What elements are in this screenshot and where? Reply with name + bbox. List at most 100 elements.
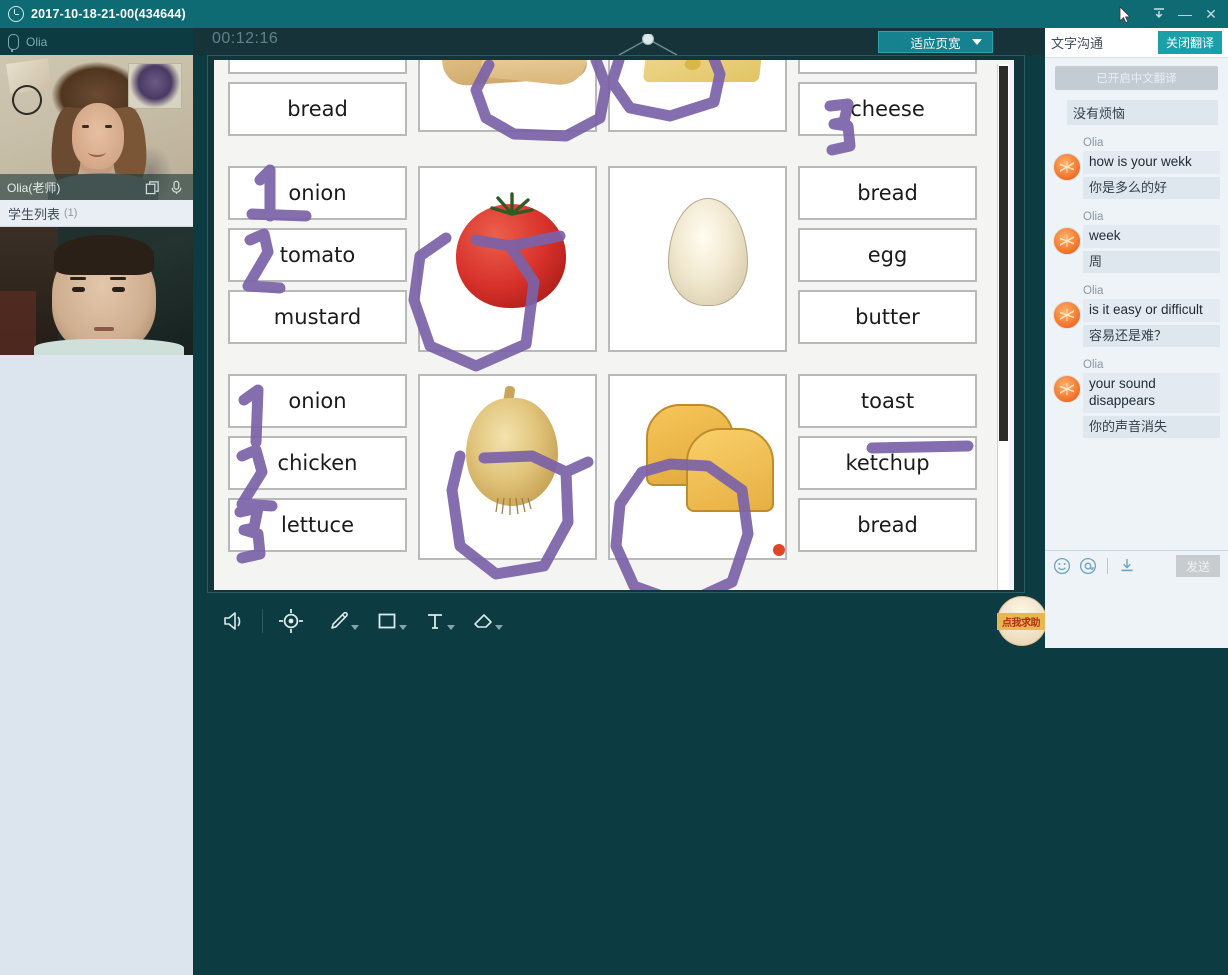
chat-message: Olia week 周 bbox=[1053, 211, 1220, 274]
message-text-zh: 你的声音消失 bbox=[1083, 416, 1220, 439]
avatar[interactable] bbox=[1053, 301, 1081, 330]
tool-group bbox=[210, 603, 507, 639]
pointer-target-icon[interactable] bbox=[267, 603, 315, 639]
volume-icon[interactable] bbox=[210, 603, 258, 639]
word-option[interactable]: toast bbox=[798, 374, 977, 428]
rectangle-icon[interactable] bbox=[363, 603, 411, 639]
word-option[interactable]: chicken bbox=[228, 436, 407, 490]
worksheet-row: onion tomato mustard bread egg butter bbox=[228, 166, 988, 352]
picture-cell-sandwich[interactable] bbox=[418, 60, 597, 132]
title-bar: 2017-10-18-21-00(434644) bbox=[0, 0, 1228, 28]
avatar[interactable] bbox=[1053, 227, 1081, 256]
system-notice: 已开启中文翻译 bbox=[1055, 66, 1218, 90]
fit-page-width-dropdown[interactable]: 适应页宽 bbox=[878, 31, 993, 53]
message-text-en: week bbox=[1083, 225, 1220, 248]
mention-icon[interactable] bbox=[1079, 557, 1097, 575]
picture-column bbox=[608, 374, 787, 560]
chevron-down-icon[interactable] bbox=[399, 625, 407, 630]
message-sender: Olia bbox=[1083, 211, 1104, 224]
close-button[interactable]: ✕ bbox=[1198, 0, 1224, 28]
word-option[interactable]: onion bbox=[228, 374, 407, 428]
avatar[interactable] bbox=[1053, 375, 1081, 404]
chat-message: Olia your sound disappears 你的声音消失 bbox=[1053, 359, 1220, 439]
teacher-eye-left bbox=[82, 125, 89, 128]
send-button[interactable]: 发送 bbox=[1176, 555, 1220, 577]
worksheet-page[interactable]: bread cheese onion tomato mustard bread … bbox=[214, 60, 1014, 590]
avatar[interactable] bbox=[1053, 153, 1081, 181]
word-option[interactable]: ketchup bbox=[798, 436, 977, 490]
tomato-image bbox=[456, 204, 566, 308]
student-video-tile[interactable] bbox=[0, 227, 193, 355]
pencil-icon[interactable] bbox=[315, 603, 363, 639]
download-icon[interactable] bbox=[1146, 0, 1172, 28]
word-option[interactable]: egg bbox=[798, 228, 977, 282]
student-eye-right bbox=[112, 287, 125, 292]
picture-cell-egg[interactable] bbox=[608, 166, 787, 352]
message-text-en: is it easy or difficult bbox=[1083, 299, 1220, 323]
whiteboard-scrollbar-thumb[interactable] bbox=[999, 66, 1008, 441]
chevron-down-icon[interactable] bbox=[495, 625, 503, 630]
whiteboard-scrollbar[interactable] bbox=[997, 64, 1009, 590]
message-text-zh: 你是多么的好 bbox=[1083, 176, 1220, 200]
student-list-header[interactable]: 学生列表 (1) bbox=[0, 200, 193, 227]
minimize-button[interactable]: — bbox=[1172, 0, 1198, 28]
message-sender: Olia bbox=[1083, 285, 1104, 298]
word-option[interactable] bbox=[228, 60, 407, 74]
message-sender: Olia bbox=[1083, 137, 1104, 149]
input-divider bbox=[1107, 558, 1108, 574]
tomato-stem-image bbox=[490, 192, 534, 216]
microphone-icon[interactable] bbox=[169, 180, 184, 195]
word-option[interactable]: onion bbox=[228, 166, 407, 220]
word-option[interactable]: bread bbox=[798, 166, 977, 220]
chat-input-field[interactable] bbox=[1045, 583, 1228, 648]
microphone-icon bbox=[8, 33, 19, 52]
help-badge-button[interactable]: 点我求助 bbox=[997, 596, 1047, 646]
text-icon[interactable] bbox=[411, 603, 459, 639]
student-mouth bbox=[94, 327, 114, 331]
popout-window-icon[interactable] bbox=[145, 180, 160, 195]
picture-cell-toast[interactable] bbox=[608, 374, 787, 560]
picture-column bbox=[608, 60, 787, 144]
cheese-image bbox=[642, 60, 766, 82]
teacher-video-overlay-bar: Olia(老师) bbox=[0, 174, 193, 200]
chevron-down-icon bbox=[972, 39, 982, 45]
eraser-icon[interactable] bbox=[459, 603, 507, 639]
picture-cell-cheese[interactable] bbox=[608, 60, 787, 132]
chevron-down-icon[interactable] bbox=[351, 625, 359, 630]
student-brow-left bbox=[70, 277, 86, 280]
word-option[interactable]: cheese bbox=[798, 82, 977, 136]
system-message: 没有烦恼 bbox=[1067, 100, 1218, 125]
teacher-video-tile[interactable]: Olia(老师) bbox=[0, 55, 193, 200]
chat-message-list[interactable]: 已开启中文翻译 没有烦恼 Olia how is your wekk 你是多么的… bbox=[1045, 58, 1228, 559]
word-option[interactable]: tomato bbox=[228, 228, 407, 282]
word-option[interactable] bbox=[798, 60, 977, 74]
onion-image bbox=[466, 398, 558, 506]
toast-image-front bbox=[686, 428, 774, 512]
message-sender: Olia bbox=[1083, 359, 1104, 372]
decor-wall-art bbox=[128, 63, 182, 109]
board-toolbar bbox=[193, 593, 1045, 648]
toolbar-divider bbox=[262, 609, 263, 633]
chat-input-bar: 发送 bbox=[1045, 550, 1228, 648]
message-text-en: how is your wekk bbox=[1083, 151, 1220, 174]
emoji-icon[interactable] bbox=[1053, 557, 1071, 575]
chevron-down-icon[interactable] bbox=[447, 625, 455, 630]
download-icon[interactable] bbox=[1118, 557, 1136, 575]
word-option[interactable]: bread bbox=[228, 82, 407, 136]
word-option[interactable]: butter bbox=[798, 290, 977, 344]
message-text-en: your sound disappears bbox=[1083, 373, 1220, 414]
toggle-translation-button[interactable]: 关闭翻译 bbox=[1157, 31, 1222, 54]
picture-cell-tomato[interactable] bbox=[418, 166, 597, 352]
picture-column bbox=[608, 166, 787, 352]
picture-cell-onion[interactable] bbox=[418, 374, 597, 560]
teacher-face bbox=[72, 103, 124, 169]
avatar-glyph bbox=[1060, 235, 1074, 248]
word-option[interactable]: bread bbox=[798, 498, 977, 552]
picture-column bbox=[418, 166, 597, 352]
student-brow-right bbox=[110, 277, 126, 280]
app-window: 2017-10-18-21-00(434644) — ✕ Olia Olia(老… bbox=[0, 0, 1228, 975]
whiteboard[interactable]: bread cheese onion tomato mustard bread … bbox=[207, 55, 1219, 593]
word-option[interactable]: lettuce bbox=[228, 498, 407, 552]
word-option[interactable]: mustard bbox=[228, 290, 407, 344]
word-column: bread bbox=[228, 60, 407, 144]
